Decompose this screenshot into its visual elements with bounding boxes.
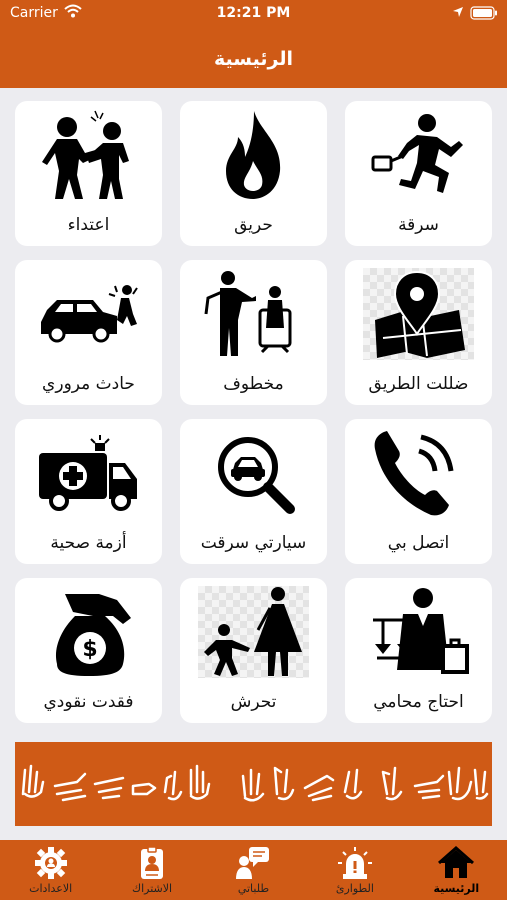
phone-call-icon <box>374 431 454 516</box>
kidnapping-icon <box>204 271 292 356</box>
harassment-icon <box>198 586 309 678</box>
thief-running-icon <box>371 114 463 193</box>
requests-icon <box>236 847 270 879</box>
card-label: حريق <box>234 215 273 235</box>
emergency-grid: اعتداء حريق سرقة حادث مروري مخطوف ضللت ا… <box>15 101 492 723</box>
card-assault[interactable]: اعتداء <box>15 101 162 246</box>
card-label: احتاج محامي <box>373 692 464 712</box>
tab-label: الطوارئ <box>335 882 374 895</box>
lawyer-icon <box>373 588 469 674</box>
card-label: سرقة <box>398 215 439 235</box>
tab-settings[interactable]: الاعدادات <box>0 840 101 900</box>
home-icon <box>438 846 475 878</box>
card-label: مخطوف <box>223 374 284 394</box>
ambulance-icon <box>39 435 137 511</box>
card-label: اعتداء <box>67 215 110 235</box>
tab-label: الاشتراك <box>132 882 173 895</box>
map-pin-icon <box>363 268 474 360</box>
card-label: حادث مروري <box>42 374 135 394</box>
tab-requests[interactable]: طلباتي <box>203 840 304 900</box>
sign-language-banner[interactable] <box>15 742 492 826</box>
tab-home[interactable]: الرئيسية <box>406 840 507 900</box>
card-label: اتصل بي <box>387 533 450 553</box>
card-lost[interactable]: ضللت الطريق <box>345 260 492 405</box>
card-lost-money[interactable]: $ فقدت نقودي <box>15 578 162 723</box>
location-arrow-icon <box>453 7 463 17</box>
nav-bar: الرئيسية <box>0 28 507 88</box>
tab-label: الاعدادات <box>29 882 73 895</box>
card-need-lawyer[interactable]: احتاج محامي <box>345 578 492 723</box>
subscription-card-icon <box>141 846 164 879</box>
card-label: فقدت نقودي <box>43 692 134 712</box>
clock: 12:21 PM <box>216 5 291 21</box>
tab-emergency[interactable]: الطوارئ <box>304 840 405 900</box>
assault-icon <box>42 110 129 199</box>
card-fire[interactable]: حريق <box>180 101 327 246</box>
money-bag-icon: $ <box>55 594 131 676</box>
card-label: تحرش <box>230 692 277 712</box>
card-kidnapped[interactable]: مخطوف <box>180 260 327 405</box>
card-label: أزمة صحية <box>50 533 127 553</box>
card-theft[interactable]: سرقة <box>345 101 492 246</box>
card-harassment[interactable]: تحرش <box>180 578 327 723</box>
battery-icon <box>470 6 497 20</box>
page-title: الرئيسية <box>214 48 293 70</box>
card-label: ضللت الطريق <box>368 374 469 394</box>
svg-text:$: $ <box>82 637 97 662</box>
card-car-stolen[interactable]: سيارتي سرقت <box>180 419 327 564</box>
sign-language-icon <box>21 764 489 802</box>
fire-icon <box>226 111 281 199</box>
settings-gear-icon <box>34 847 67 879</box>
card-label: سيارتي سرقت <box>200 533 307 553</box>
tab-subscription[interactable]: الاشتراك <box>101 840 202 900</box>
card-health-crisis[interactable]: أزمة صحية <box>15 419 162 564</box>
car-search-icon <box>218 437 295 514</box>
tab-label: طلباتي <box>237 882 270 895</box>
car-accident-icon <box>41 285 138 343</box>
card-car-accident[interactable]: حادث مروري <box>15 260 162 405</box>
status-bar: Carrier 12:21 PM <box>0 0 507 28</box>
tab-bar: الرئيسية الطوارئ طلباتي الاشتراك الاعداد… <box>0 840 507 900</box>
card-call-me[interactable]: اتصل بي <box>345 419 492 564</box>
siren-icon <box>337 847 372 879</box>
tab-label: الرئيسية <box>433 882 480 895</box>
